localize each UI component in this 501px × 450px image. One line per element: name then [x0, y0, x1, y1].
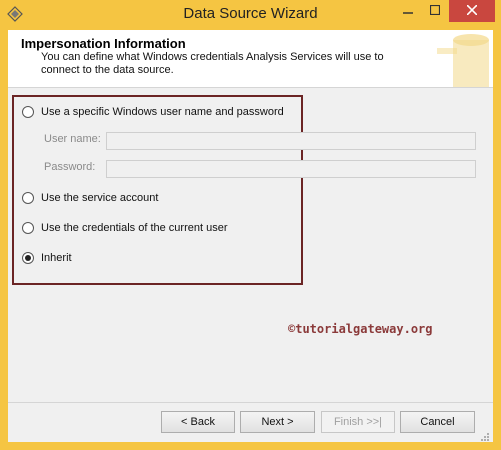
minimize-icon: [403, 5, 413, 18]
close-icon: [466, 3, 478, 18]
username-label: User name:: [44, 133, 101, 145]
radio-current-user[interactable]: [22, 222, 34, 234]
maximize-button[interactable]: [422, 0, 448, 22]
finish-button[interactable]: Finish >>|: [321, 411, 395, 433]
password-field[interactable]: [106, 160, 476, 178]
cancel-button[interactable]: Cancel: [400, 411, 475, 433]
next-button[interactable]: Next >: [240, 411, 315, 433]
database-watermark-icon: [433, 30, 493, 87]
window-frame-left: [0, 30, 8, 450]
close-button[interactable]: [449, 0, 495, 22]
title-bar: Data Source Wizard: [0, 0, 501, 30]
page-title: Impersonation Information: [21, 36, 186, 51]
option-service-account[interactable]: Use the service account: [22, 190, 158, 206]
page-description: You can define what Windows credentials …: [41, 51, 384, 76]
radio-service-account[interactable]: [22, 192, 34, 204]
option-label: Inherit: [41, 252, 72, 264]
resize-grip-icon[interactable]: [480, 432, 490, 442]
footer-divider: [8, 402, 493, 403]
username-field[interactable]: [106, 132, 476, 150]
radio-specific-user[interactable]: [22, 106, 34, 118]
option-label: Use the service account: [41, 192, 159, 204]
radio-inherit[interactable]: [22, 252, 34, 264]
option-specific-user[interactable]: Use a specific Windows user name and pas…: [22, 104, 284, 120]
option-current-user[interactable]: Use the credentials of the current user: [22, 220, 227, 236]
minimize-button[interactable]: [395, 0, 421, 22]
option-inherit[interactable]: Inherit: [22, 250, 72, 266]
option-label: Use a specific Windows user name and pas…: [41, 106, 284, 118]
window-frame-right: [493, 30, 501, 450]
back-button[interactable]: < Back: [161, 411, 235, 433]
password-label: Password:: [44, 161, 96, 173]
site-credit: ©tutorialgateway.org: [288, 322, 433, 336]
option-label: Use the credentials of the current user: [41, 222, 228, 234]
window-frame-bottom: [0, 442, 501, 450]
wizard-header: Impersonation Information You can define…: [8, 30, 493, 88]
maximize-icon: [429, 4, 441, 18]
